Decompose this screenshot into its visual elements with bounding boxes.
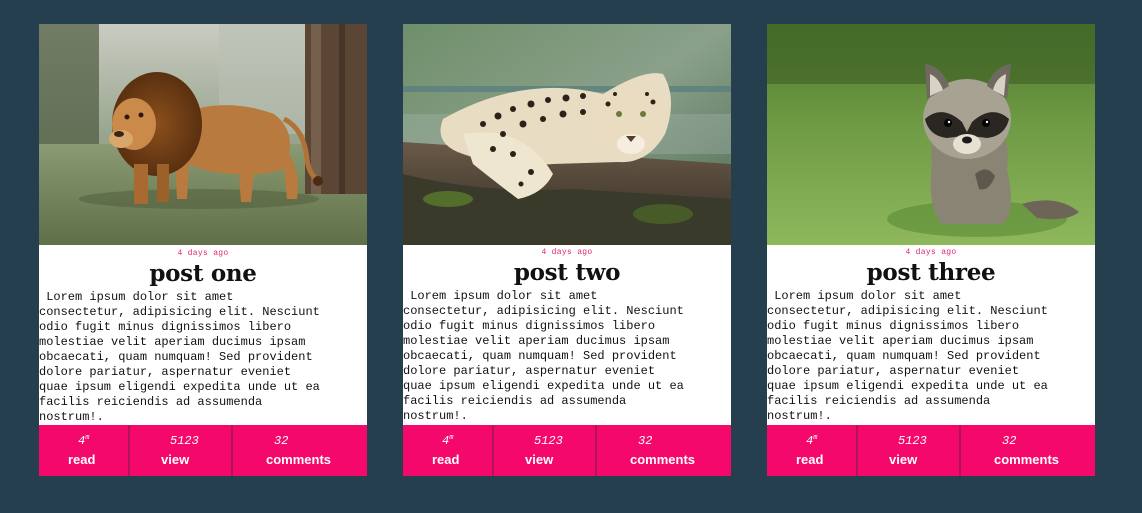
views-value: 5123 <box>170 434 199 448</box>
comments-label: comments <box>630 452 696 467</box>
read-time-stat[interactable]: 4m read <box>39 425 130 476</box>
read-time-stat[interactable]: 4m read <box>403 425 494 476</box>
post-title[interactable]: post two <box>403 259 731 286</box>
read-time-stat[interactable]: 4m read <box>767 425 858 476</box>
views-stat[interactable]: 5123 view <box>130 425 233 476</box>
post-stats-bar: 4m read 5123 view 32 comments <box>39 425 367 476</box>
post-stats-bar: 4m read 5123 view 32 comments <box>403 425 731 476</box>
comments-stat[interactable]: 32 comments <box>233 425 367 476</box>
post-body: Lorem ipsum dolor sit amet consectetur, … <box>39 290 320 424</box>
read-label: read <box>796 452 824 467</box>
post-title[interactable]: post one <box>39 260 367 287</box>
views-label: view <box>525 452 554 467</box>
post-card-three[interactable]: 4 days ago post three Lorem ipsum dolor … <box>767 24 1095 476</box>
read-time-value: 4m <box>806 434 818 448</box>
read-label: read <box>432 452 460 467</box>
lion-photo <box>39 24 367 245</box>
comments-value: 32 <box>638 434 653 448</box>
post-card-two[interactable]: 4 days ago post two Lorem ipsum dolor si… <box>403 24 731 476</box>
comments-value: 32 <box>1002 434 1017 448</box>
leopard-photo <box>403 24 731 245</box>
read-time-value: 4m <box>78 434 90 448</box>
post-date: 4 days ago <box>177 249 229 258</box>
post-body: Lorem ipsum dolor sit amet consectetur, … <box>403 289 684 423</box>
post-date: 4 days ago <box>905 248 957 257</box>
views-value: 5123 <box>898 434 927 448</box>
comments-label: comments <box>994 452 1060 467</box>
post-stats-bar: 4m read 5123 view 32 comments <box>767 425 1095 476</box>
raccoon-photo <box>767 24 1095 245</box>
comments-stat[interactable]: 32 comments <box>961 425 1095 476</box>
views-stat[interactable]: 5123 view <box>858 425 961 476</box>
comments-label: comments <box>266 452 332 467</box>
views-label: view <box>161 452 190 467</box>
post-title[interactable]: post three <box>767 259 1095 286</box>
post-card-one[interactable]: 4 days ago post one Lorem ipsum dolor si… <box>39 24 367 476</box>
views-stat[interactable]: 5123 view <box>494 425 597 476</box>
comments-stat[interactable]: 32 comments <box>597 425 731 476</box>
views-label: view <box>889 452 918 467</box>
post-body: Lorem ipsum dolor sit amet consectetur, … <box>767 289 1048 423</box>
read-label: read <box>68 452 96 467</box>
comments-value: 32 <box>274 434 289 448</box>
views-value: 5123 <box>534 434 563 448</box>
read-time-value: 4m <box>442 434 454 448</box>
post-date: 4 days ago <box>541 248 593 257</box>
